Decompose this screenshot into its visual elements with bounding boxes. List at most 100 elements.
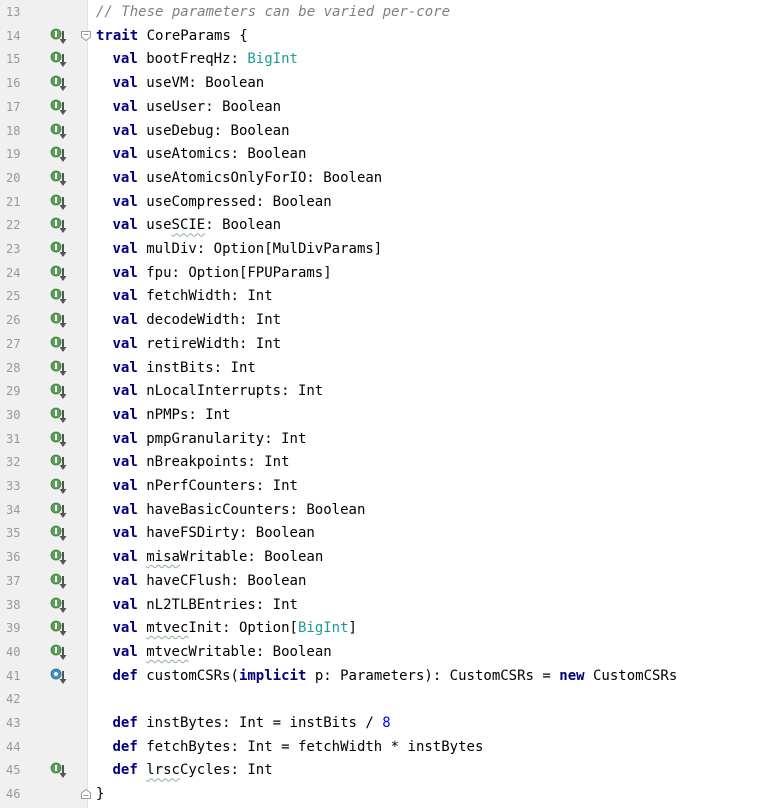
implemented-icon[interactable] — [50, 265, 68, 283]
code-token: instBits: Int — [137, 359, 256, 376]
code-token: implicit — [238, 667, 307, 684]
implemented-icon[interactable] — [50, 525, 68, 543]
implemented-icon[interactable] — [50, 28, 68, 46]
code-line[interactable]: 30 val nPMPs: Int — [0, 403, 769, 427]
code-token: nBreakpoints: Int — [137, 454, 290, 471]
code-line[interactable]: 44 def fetchBytes: Int = fetchWidth * ins… — [0, 735, 769, 759]
code-line[interactable]: 14 trait CoreParams { — [0, 24, 769, 48]
code-line[interactable]: 34 val haveBasicCounters: Boolean — [0, 498, 769, 522]
code-line[interactable]: 42 — [0, 687, 769, 711]
code-line[interactable]: 41 def customCSRs(implicit p: Parameters)… — [0, 664, 769, 688]
implemented-icon[interactable] — [50, 51, 68, 69]
implemented-icon[interactable] — [50, 75, 68, 93]
code-line[interactable]: 38 val nL2TLBEntries: Int — [0, 593, 769, 617]
line-number: 35 — [6, 526, 21, 541]
implemented-icon[interactable] — [50, 383, 68, 401]
code-token: nPerfCounters: Int — [137, 478, 298, 494]
line-number: 34 — [6, 502, 21, 517]
code-line[interactable]: 13 // These parameters can be varied per-… — [0, 0, 769, 24]
implemented-icon[interactable] — [50, 454, 68, 472]
code-token: instBytes: Int = instBits / — [137, 715, 383, 731]
implemented-icon[interactable] — [50, 597, 68, 615]
line-number: 43 — [6, 716, 21, 730]
code-token: useDebug: Boolean — [137, 122, 290, 139]
code-line[interactable]: 35 val haveFSDirty: Boolean — [0, 521, 769, 545]
line-number: 23 — [6, 242, 21, 256]
code-line[interactable]: 36 val misaWritable: Boolean — [0, 545, 769, 569]
code-line[interactable]: 23 val mulDiv: Option[MulDivParams] — [0, 237, 769, 261]
implemented-icon[interactable] — [50, 99, 68, 117]
code-token: val — [112, 241, 138, 257]
implemented-icon[interactable] — [50, 502, 68, 520]
implemented-icon[interactable] — [50, 549, 68, 567]
code-token: def — [112, 762, 138, 779]
code-text: val haveBasicCounters: Boolean — [113, 498, 366, 522]
code-line[interactable]: 31 val pmpGranularity: Int — [0, 427, 769, 451]
code-text: val useAtomicsOnlyForIO: Boolean — [113, 166, 383, 190]
code-line[interactable]: 17 val useUser: Boolean — [0, 95, 769, 119]
implemented-icon[interactable] — [50, 170, 68, 188]
implemented-icon[interactable] — [50, 431, 68, 449]
code-line[interactable]: 46} — [0, 782, 769, 806]
fold-open-icon[interactable] — [80, 30, 92, 42]
code-text: val fpu: Option[FPUParams] — [113, 261, 332, 285]
code-line[interactable]: 43 def instBytes: Int = instBits / 8 — [0, 711, 769, 735]
line-number: 42 — [6, 692, 21, 707]
code-text: val haveCFlush: Boolean — [113, 569, 307, 593]
code-line[interactable]: 32 val nBreakpoints: Int — [0, 450, 769, 474]
code-line[interactable]: 27 val retireWidth: Int — [0, 332, 769, 356]
code-token: pmpGranularity: Int — [137, 430, 307, 447]
implemented-icon[interactable] — [50, 336, 68, 354]
implemented-icon[interactable] — [50, 478, 68, 496]
line-number: 44 — [6, 739, 21, 754]
code-line[interactable]: 26 val decodeWidth: Int — [0, 308, 769, 332]
code-token: val — [112, 383, 138, 400]
code-token: useVM: Boolean — [137, 75, 265, 92]
code-line[interactable]: 20 val useAtomicsOnlyForIO: Boolean — [0, 166, 769, 190]
code-token: val — [112, 643, 138, 660]
implemented-icon[interactable] — [50, 194, 68, 212]
code-token: useUser: Boolean — [137, 98, 282, 115]
code-line[interactable]: 29 val nLocalInterrupts: Int — [0, 379, 769, 403]
overridden-icon[interactable] — [50, 668, 68, 686]
code-line[interactable]: 25 val fetchWidth: Int — [0, 284, 769, 308]
code-line[interactable]: 22 val useSCIE: Boolean — [0, 213, 769, 237]
code-line[interactable]: 24 val fpu: Option[FPUParams] — [0, 261, 769, 285]
code-line[interactable]: 15 val bootFreqHz: BigInt — [0, 47, 769, 71]
code-line[interactable]: 18 val useDebug: Boolean — [0, 119, 769, 143]
code-editor[interactable]: 13 // These parameters can be varied per-… — [0, 0, 769, 808]
line-number: 30 — [6, 407, 21, 422]
code-line[interactable]: 40 val mtvecWritable: Boolean — [0, 640, 769, 664]
line-number: 31 — [6, 431, 21, 446]
implemented-icon[interactable] — [50, 644, 68, 662]
code-token: val — [112, 478, 138, 494]
fold-close-icon[interactable] — [80, 788, 92, 800]
code-line[interactable]: 39 val mtvecInit: Option[BigInt] — [0, 616, 769, 640]
code-text: val fetchWidth: Int — [113, 284, 273, 308]
implemented-icon[interactable] — [50, 762, 68, 780]
implemented-icon[interactable] — [50, 288, 68, 306]
implemented-icon[interactable] — [50, 123, 68, 141]
implemented-icon[interactable] — [50, 620, 68, 638]
implemented-icon[interactable] — [50, 407, 68, 425]
implemented-icon[interactable] — [50, 360, 68, 378]
code-line[interactable]: 19 val useAtomics: Boolean — [0, 142, 769, 166]
implemented-icon[interactable] — [50, 241, 68, 259]
implemented-icon[interactable] — [50, 217, 68, 235]
code-token: Init: Option[ — [188, 620, 298, 637]
implemented-icon[interactable] — [50, 573, 68, 591]
code-token: val — [112, 572, 138, 589]
code-text: val nLocalInterrupts: Int — [113, 379, 324, 403]
implemented-icon[interactable] — [50, 146, 68, 164]
code-token: def — [112, 715, 138, 731]
code-line[interactable]: 28 val instBits: Int — [0, 356, 769, 380]
implemented-icon[interactable] — [50, 312, 68, 330]
line-number: 21 — [6, 194, 21, 209]
code-line[interactable]: 16 val useVM: Boolean — [0, 71, 769, 95]
code-token: retireWidth: Int — [137, 335, 282, 352]
code-line[interactable]: 21 val useCompressed: Boolean — [0, 190, 769, 214]
code-line[interactable]: 45 def lrscCycles: Int — [0, 758, 769, 782]
code-line[interactable]: 33 val nPerfCounters: Int — [0, 474, 769, 498]
code-line[interactable]: 37 val haveCFlush: Boolean — [0, 569, 769, 593]
code-text: // These parameters can be varied per-co… — [96, 0, 450, 24]
